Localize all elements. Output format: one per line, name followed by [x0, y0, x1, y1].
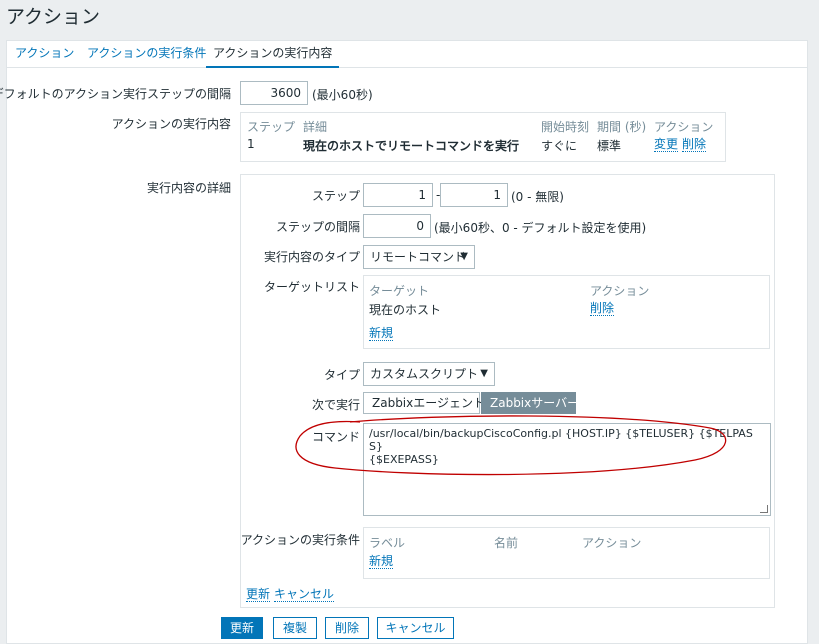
- target-remove-link[interactable]: 削除: [590, 301, 615, 316]
- cond-new-link[interactable]: 新規: [369, 554, 394, 569]
- step-hint: (0 - 無限): [511, 190, 564, 204]
- target-name: 現在のホスト: [369, 303, 442, 317]
- update-button[interactable]: 更新: [221, 617, 263, 639]
- command-textarea[interactable]: /usr/local/bin/backupCiscoConfig.pl {HOS…: [363, 423, 771, 516]
- chevron-down-icon: ▼: [480, 368, 488, 379]
- page-title: アクション: [6, 6, 101, 28]
- cond-table: ラベル 名前 アクション 新規: [363, 527, 770, 579]
- command-label: コマンド: [311, 430, 360, 444]
- step-from-input[interactable]: 1: [363, 183, 433, 207]
- col-detail: 詳細: [303, 120, 328, 134]
- col-duration: 期間 (秒): [597, 120, 647, 134]
- operations-label: アクションの実行内容: [111, 117, 231, 131]
- default-step-input[interactable]: 3600: [240, 81, 308, 105]
- step-label: ステップ: [311, 189, 360, 203]
- clone-button[interactable]: 複製: [273, 617, 317, 639]
- exec-agent-button[interactable]: Zabbixエージェント: [363, 392, 485, 414]
- operations-table: ステップ 詳細 開始時刻 期間 (秒) アクション 1 現在のホストでリモートコ…: [240, 112, 726, 162]
- cond-label: アクションの実行条件: [240, 533, 360, 547]
- tab-bar: アクション アクションの実行条件 アクションの実行内容: [6, 40, 808, 68]
- cancel-button[interactable]: キャンセル: [377, 617, 454, 639]
- exec-label: 次で実行: [311, 398, 360, 412]
- targets-col-target: ターゲット: [369, 284, 430, 298]
- targets-col-action: アクション: [590, 284, 650, 298]
- type-value: カスタムスクリプト: [370, 367, 479, 381]
- optype-label: 実行内容のタイプ: [263, 250, 360, 264]
- targets-table: ターゲット アクション 現在のホスト 削除 新規: [363, 275, 770, 349]
- default-step-label: デフォルトのアクション実行ステップの間隔: [0, 87, 231, 101]
- chevron-down-icon: ▼: [460, 251, 468, 262]
- step-to-input[interactable]: 1: [440, 183, 508, 207]
- delete-button[interactable]: 削除: [325, 617, 369, 639]
- op-edit-link[interactable]: 変更: [654, 137, 679, 152]
- op-detail: 現在のホストでリモートコマンドを実行: [303, 139, 520, 153]
- op-start: すぐに: [541, 139, 578, 153]
- default-step-hint: (最小60秒): [312, 88, 373, 102]
- tab-action[interactable]: アクション: [15, 40, 74, 68]
- type-label: タイプ: [323, 368, 360, 382]
- resize-handle-icon[interactable]: [760, 505, 768, 513]
- interval-hint: (最小60秒、0 - デフォルト設定を使用): [434, 221, 647, 235]
- exec-server-button[interactable]: Zabbixサーバー: [481, 392, 579, 414]
- col-step: ステップ: [247, 120, 296, 134]
- details-box: ステップ 1 - 1 (0 - 無限) ステップの間隔 0 (最小60秒、0 -…: [240, 174, 775, 608]
- tab-operations[interactable]: アクションの実行内容: [206, 40, 340, 68]
- tab-conditions[interactable]: アクションの実行条件: [87, 40, 206, 68]
- cond-col-name: 名前: [494, 536, 519, 550]
- optype-select[interactable]: リモートコマンド ▼: [363, 245, 475, 269]
- interval-label: ステップの間隔: [275, 220, 360, 234]
- targets-label: ターゲットリスト: [263, 280, 360, 294]
- col-start: 開始時刻: [541, 120, 590, 134]
- details-update-link[interactable]: 更新: [246, 587, 271, 602]
- op-remove-link[interactable]: 削除: [682, 137, 707, 152]
- details-cancel-link[interactable]: キャンセル: [274, 587, 335, 602]
- cond-col-label: ラベル: [369, 536, 406, 550]
- optype-value: リモートコマンド: [370, 250, 467, 264]
- col-action: アクション: [654, 120, 714, 134]
- type-select[interactable]: カスタムスクリプト ▼: [363, 362, 495, 386]
- target-new-link[interactable]: 新規: [369, 326, 394, 341]
- op-step: 1: [247, 137, 255, 151]
- details-label: 実行内容の詳細: [146, 181, 231, 195]
- cond-col-action: アクション: [582, 536, 642, 550]
- op-duration: 標準: [597, 139, 622, 153]
- interval-input[interactable]: 0: [363, 214, 431, 238]
